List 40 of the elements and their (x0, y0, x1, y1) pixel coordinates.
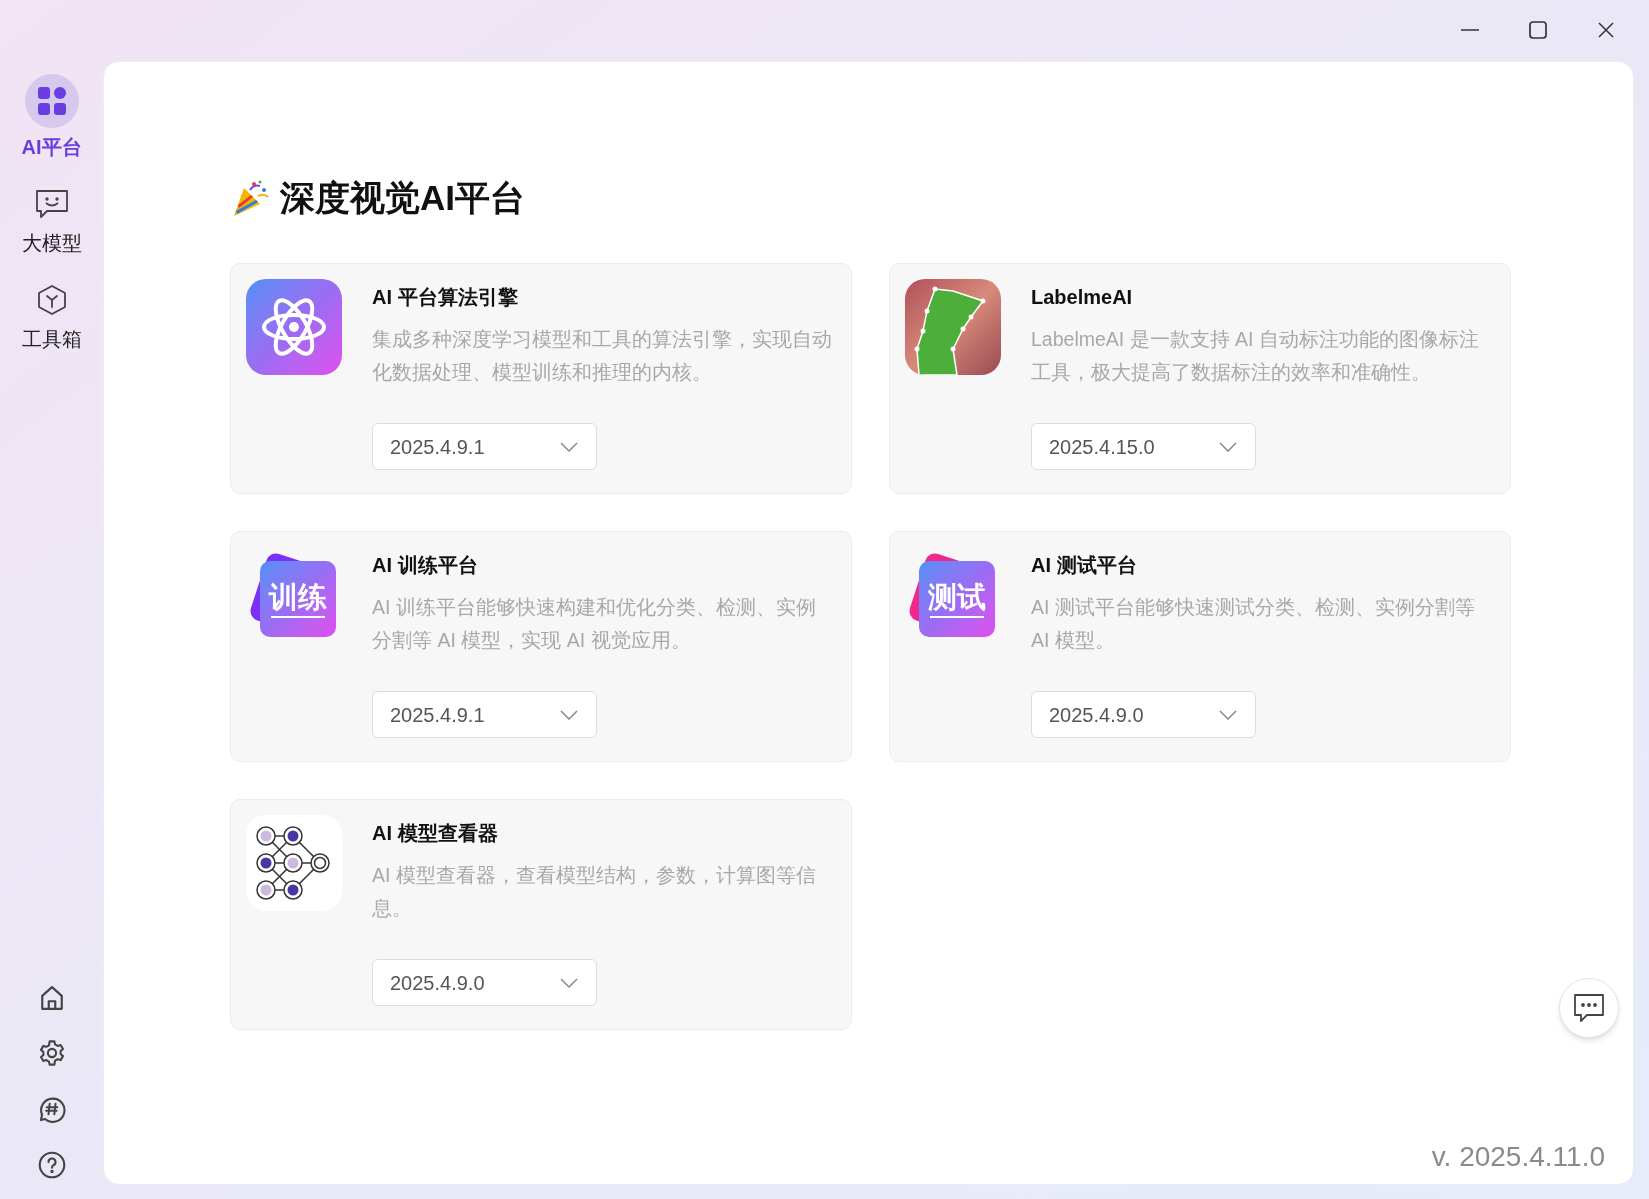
page-title: 深度视觉AI平台 (280, 177, 525, 219)
app-description: LabelmeAI 是一款支持 AI 自动标注功能的图像标注工具，极大提高了数据标注的效率和准确性。 (1031, 327, 1480, 385)
message-icon (1573, 993, 1605, 1023)
atom-icon (246, 279, 342, 375)
app-title: AI 模型查看器 (372, 821, 499, 846)
sidebar-item[interactable]: 大模型 (21, 184, 82, 256)
app-title: AI 平台算法引擎 (372, 285, 519, 310)
version-dropdown[interactable]: 2025.4.9.1 (372, 691, 597, 738)
app-title: LabelmeAI (1031, 285, 1134, 310)
app-title: AI 测试平台 (1031, 553, 1138, 578)
chat-button[interactable] (1559, 978, 1619, 1038)
app-card[interactable]: 训练 AI 训练平台 AI 训练平台能够快速构建和优化分类、检测、实例分割等 AI 模型，实现 AI 视觉应用。 2025.4.9.1 (230, 531, 852, 762)
home-icon[interactable] (38, 985, 65, 1011)
app-version: v. 2025.4.11.0 (1431, 1140, 1605, 1174)
app-card[interactable]: AI 模型查看器 AI 模型查看器，查看模型结构，参数，计算图等信息。 2025.4.9.0 (230, 799, 852, 1030)
settings-icon[interactable] (37, 1039, 66, 1067)
app-card[interactable]: 测试 AI 测试平台 AI 测试平台能够快速测试分类、检测、实例分割等 AI 模型。 2025.4.9.0 (889, 531, 1511, 762)
chevron-down-icon (1219, 441, 1237, 452)
version-dropdown[interactable]: 2025.4.9.0 (1031, 691, 1256, 738)
app-title: AI 训练平台 (372, 553, 479, 578)
app-card[interactable]: LabelmeAI LabelmeAI 是一款支持 AI 自动标注功能的图像标注工具，极大提高了数据标注的效率和准确性。 2025.4.15.0 (889, 263, 1511, 494)
hexagon-icon (36, 284, 67, 316)
chevron-down-icon (560, 441, 578, 452)
app-description: 集成多种深度学习模型和工具的算法引擎，实现自动化数据处理、模型训练和推理的内核。 (372, 327, 833, 385)
chevron-down-icon (560, 709, 578, 720)
app-description: AI 测试平台能够快速测试分类、检测、实例分割等 AI 模型。 (1031, 595, 1476, 653)
network-icon (246, 815, 342, 911)
grid-icon (36, 86, 67, 116)
version-dropdown[interactable]: 2025.4.9.0 (372, 959, 597, 1006)
hashtag-chat-icon[interactable] (37, 1095, 66, 1123)
app-card[interactable]: AI 平台算法引擎 集成多种深度学习模型和工具的算法引擎，实现自动化数据处理、模型训练和推理的内核。 2025.4.9.1 (230, 263, 852, 494)
sidebar-item[interactable]: 工具箱 (21, 280, 82, 352)
smiley-chat-icon (34, 189, 69, 219)
chevron-down-icon (560, 977, 578, 988)
app-description: AI 训练平台能够快速构建和优化分类、检测、实例分割等 AI 模型，实现 AI 视觉应用。 (372, 595, 817, 653)
app-description: AI 模型查看器，查看模型结构，参数，计算图等信息。 (372, 863, 817, 921)
version-dropdown[interactable]: 2025.4.15.0 (1031, 423, 1256, 470)
version-dropdown[interactable]: 2025.4.9.1 (372, 423, 597, 470)
chevron-down-icon (1219, 709, 1237, 720)
help-icon[interactable] (37, 1151, 66, 1179)
